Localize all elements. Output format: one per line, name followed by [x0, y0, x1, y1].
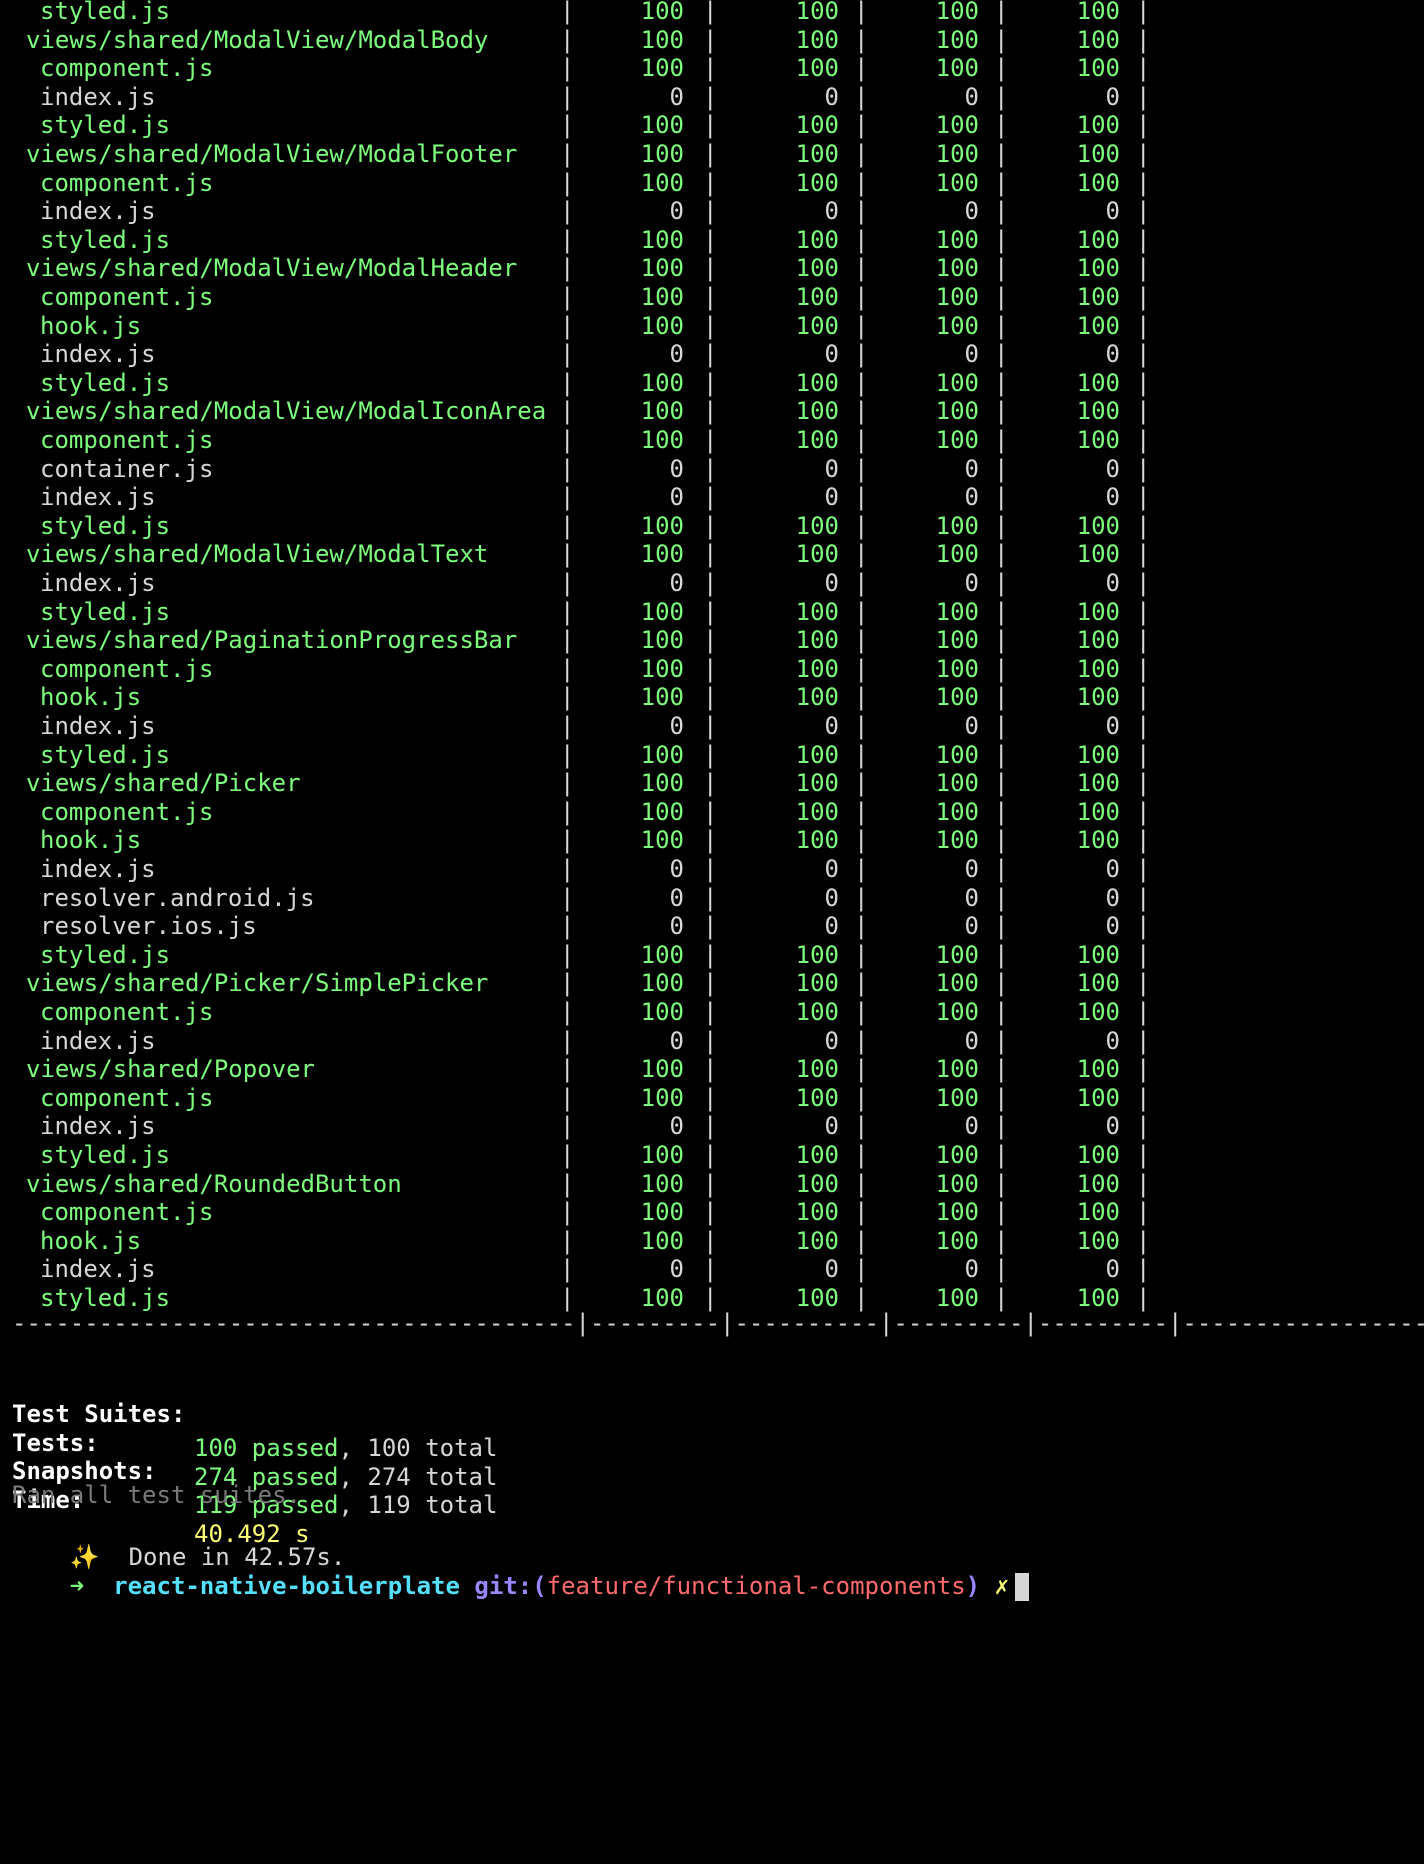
text-cursor[interactable]: [1015, 1573, 1030, 1601]
shell-prompt[interactable]: ➜ react-native-boilerplate git:(feature/…: [12, 1535, 1030, 1601]
prompt-git-prefix: git:(: [474, 1572, 547, 1600]
prompt-git-suffix: ): [965, 1572, 981, 1600]
terminal-window[interactable]: styled.js | | | | | 100 100 100 100 views/shared/M…: [0, 0, 1424, 1864]
prompt-git-branch: feature/functional-components: [546, 1572, 966, 1600]
prompt-dirty-icon: ✗: [994, 1572, 1010, 1600]
summary-snapshots-total: , 119 total: [338, 1491, 498, 1519]
prompt-directory: react-native-boilerplate: [113, 1572, 460, 1600]
table-separator: ---------------------------------------|…: [12, 1309, 1424, 1337]
prompt-arrow-icon: ➜: [69, 1572, 85, 1600]
